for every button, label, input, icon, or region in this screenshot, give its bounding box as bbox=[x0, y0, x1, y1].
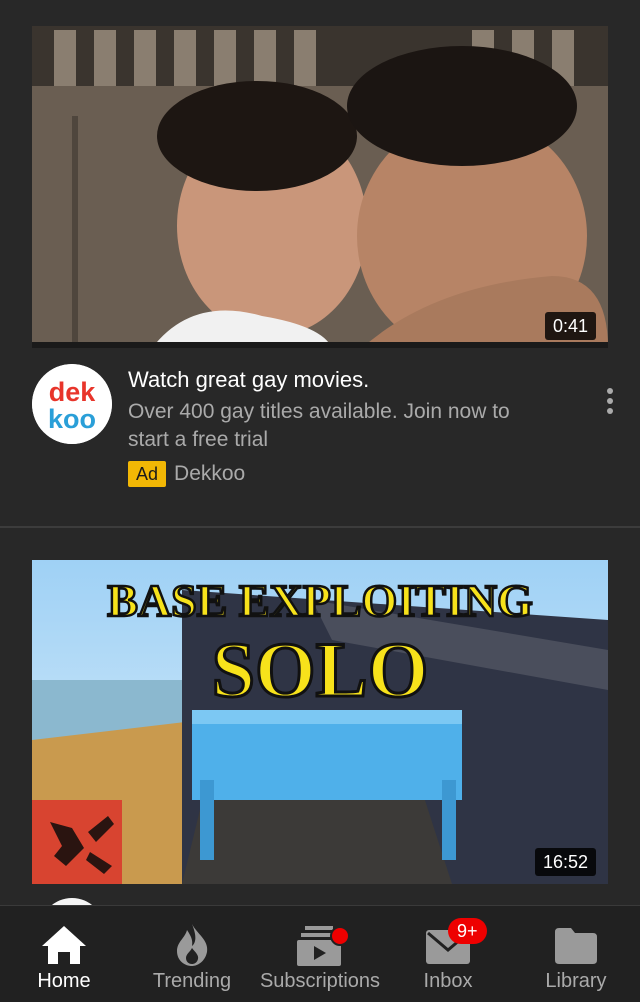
dekkoo-logo: dek koo bbox=[32, 364, 112, 444]
nav-subscriptions-label: Subscriptions bbox=[259, 970, 381, 992]
nav-home[interactable]: Home bbox=[0, 906, 128, 1002]
svg-text:koo: koo bbox=[48, 404, 96, 434]
nav-inbox[interactable]: 9+ Inbox bbox=[384, 906, 512, 1002]
thumb-text-line1: BASE EXPLOITING bbox=[107, 575, 533, 626]
home-icon bbox=[42, 926, 86, 964]
subscriptions-dot bbox=[330, 926, 350, 946]
ad-channel-name[interactable]: Dekkoo bbox=[174, 462, 245, 486]
ad-title[interactable]: Watch great gay movies. bbox=[128, 366, 369, 394]
nav-library-label: Library bbox=[545, 970, 607, 992]
nav-library[interactable]: Library bbox=[512, 906, 640, 1002]
nav-subscriptions[interactable]: Subscriptions bbox=[256, 906, 384, 1002]
nav-inbox-label: Inbox bbox=[423, 970, 473, 992]
ad-meta-row: Ad Dekkoo bbox=[128, 461, 245, 487]
nav-trending-label: Trending bbox=[152, 970, 232, 992]
ad-thumbnail-image bbox=[32, 26, 608, 348]
ad-card[interactable]: 0:41 dek koo Watch great gay movies. Ove… bbox=[0, 0, 640, 526]
video-card[interactable]: BASE EXPLOITING SOLO 16:52 bbox=[0, 528, 640, 962]
ad-duration: 0:41 bbox=[544, 312, 596, 340]
nav-home-label: Home bbox=[37, 970, 91, 992]
nav-trending[interactable]: Trending bbox=[128, 906, 256, 1002]
folder-icon bbox=[555, 928, 597, 964]
video-thumbnail-image: BASE EXPLOITING SOLO bbox=[32, 560, 608, 884]
video-duration: 16:52 bbox=[534, 848, 596, 876]
ad-badge: Ad bbox=[128, 461, 167, 487]
dekkoo-avatar[interactable]: dek koo bbox=[32, 364, 112, 444]
ad-description: Over 400 gay titles available. Join now … bbox=[128, 400, 510, 451]
video-thumbnail[interactable]: BASE EXPLOITING SOLO 16:52 bbox=[32, 560, 608, 884]
ad-thumbnail[interactable]: 0:41 bbox=[32, 26, 608, 348]
thumb-text-line2: SOLO bbox=[212, 626, 429, 713]
svg-text:dek: dek bbox=[49, 377, 97, 407]
flame-icon bbox=[177, 924, 208, 966]
ad-more-options-icon[interactable] bbox=[606, 388, 614, 418]
inbox-badge: 9+ bbox=[448, 918, 487, 944]
bottom-navigation-bar: Home Trending Subscriptions 9+ Inbox Lib… bbox=[0, 905, 640, 1002]
